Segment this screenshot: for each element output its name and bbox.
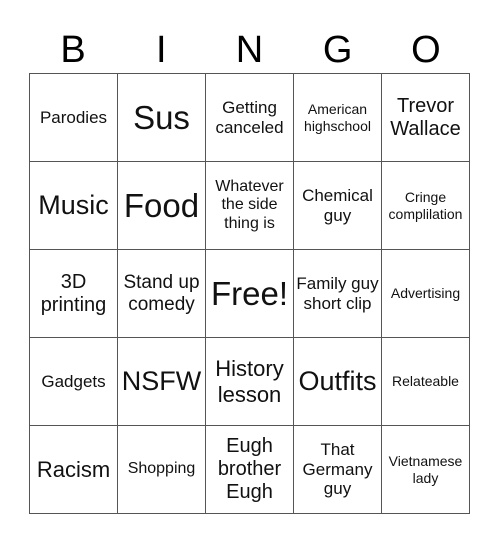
bingo-cell[interactable]: Relateable	[382, 338, 470, 426]
bingo-cell[interactable]: Stand up comedy	[118, 250, 206, 338]
bingo-cell[interactable]: Vietnamese lady	[382, 426, 470, 514]
bingo-cell[interactable]: That Germany guy	[294, 426, 382, 514]
bingo-cell[interactable]: Family guy short clip	[294, 250, 382, 338]
header-letter-g: G	[322, 29, 353, 71]
bingo-cell[interactable]: Parodies	[30, 74, 118, 162]
header-letter-n: N	[235, 29, 264, 71]
bingo-cell[interactable]: Racism	[30, 426, 118, 514]
header-letter-o: O	[411, 29, 441, 71]
bingo-cell[interactable]: Cringe complilation	[382, 162, 470, 250]
bingo-cell[interactable]: Eugh brother Eugh	[206, 426, 294, 514]
bingo-header: B I N G O	[29, 28, 470, 72]
bingo-cell[interactable]: NSFW	[118, 338, 206, 426]
bingo-cell[interactable]: Music	[30, 162, 118, 250]
bingo-cell[interactable]: Sus	[118, 74, 206, 162]
bingo-cell[interactable]: Gadgets	[30, 338, 118, 426]
bingo-cell[interactable]: Shopping	[118, 426, 206, 514]
bingo-cell[interactable]: Getting canceled	[206, 74, 294, 162]
bingo-card-grid: Parodies Sus Getting canceled American high…	[29, 73, 470, 514]
bingo-cell[interactable]: Whatever the side thing is	[206, 162, 294, 250]
header-letter-i: I	[156, 29, 167, 71]
header-letter-b: B	[60, 29, 86, 71]
bingo-cell[interactable]: Chemical guy	[294, 162, 382, 250]
bingo-cell[interactable]: American highschool	[294, 74, 382, 162]
bingo-cell[interactable]: Advertising	[382, 250, 470, 338]
bingo-cell[interactable]: Outfits	[294, 338, 382, 426]
bingo-cell[interactable]: 3D printing	[30, 250, 118, 338]
bingo-cell[interactable]: Food	[118, 162, 206, 250]
bingo-cell[interactable]: History lesson	[206, 338, 294, 426]
bingo-cell-free[interactable]: Free!	[206, 250, 294, 338]
bingo-cell[interactable]: Trevor Wallace	[382, 74, 470, 162]
